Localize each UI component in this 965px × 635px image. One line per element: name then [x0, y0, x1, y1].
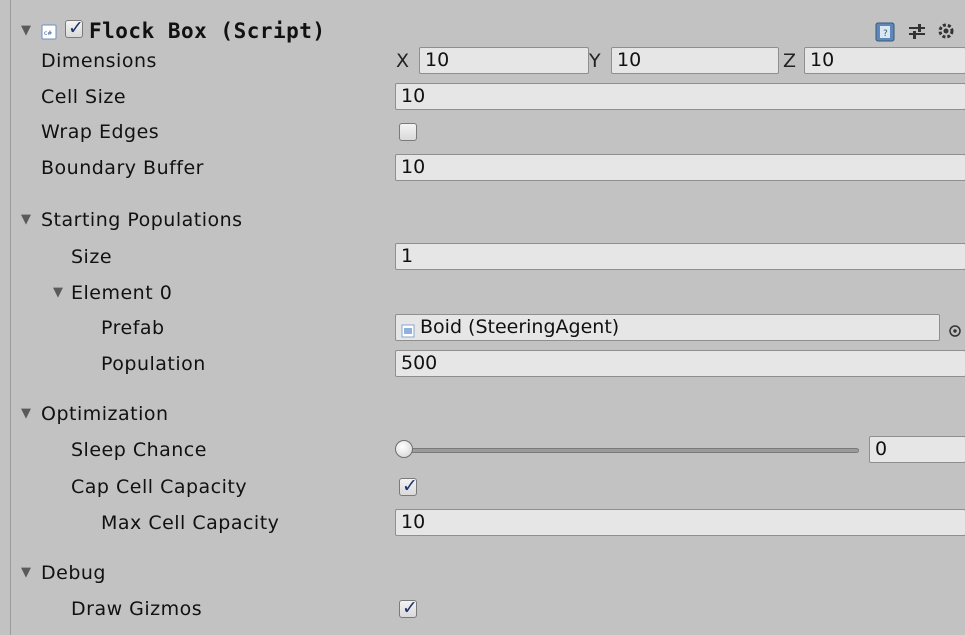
csharp-script-icon: c# [41, 23, 57, 40]
foldout-arrow-icon[interactable]: ▼ [21, 14, 31, 48]
draw-gizmos-label: Draw Gizmos [71, 598, 203, 620]
y-axis-label: Y [589, 50, 601, 72]
wrap-edges-label: Wrap Edges [41, 121, 160, 143]
component-header[interactable]: ▼ c# ✓ Flock Box (Script) ? [11, 14, 965, 48]
foldout-arrow-icon[interactable]: ▼ [21, 556, 31, 590]
prefab-label: Prefab [101, 317, 165, 339]
object-picker-icon[interactable] [948, 321, 962, 337]
boundary-buffer-row: Boundary Buffer 10 [11, 151, 965, 185]
boundary-buffer-field[interactable]: 10 [395, 154, 965, 181]
component-enabled-checkbox[interactable]: ✓ [65, 17, 84, 39]
dimensions-label: Dimensions [41, 50, 157, 72]
cap-cell-capacity-label: Cap Cell Capacity [71, 476, 248, 498]
draw-gizmos-row: Draw Gizmos ✓ [11, 592, 965, 626]
cell-size-row: Cell Size 10 [11, 80, 965, 114]
population-size-field[interactable]: 1 [395, 243, 965, 270]
checkmark-icon: ✓ [402, 597, 418, 619]
help-book-icon[interactable]: ? [875, 22, 895, 42]
component-title: Flock Box (Script) [89, 19, 326, 43]
x-axis-label: X [396, 50, 410, 72]
script-asset-icon [401, 320, 415, 338]
svg-text:?: ? [883, 29, 888, 39]
boundary-buffer-label: Boundary Buffer [41, 157, 204, 179]
dimensions-y-field[interactable]: 10 [611, 47, 779, 74]
optimization-foldout[interactable]: ▼ Optimization [11, 397, 965, 431]
checkmark-icon: ✓ [68, 17, 84, 39]
prefab-row: Prefab Boid (SteeringAgent) [11, 311, 965, 345]
z-axis-label: Z [783, 50, 797, 72]
max-cell-capacity-field[interactable]: 10 [395, 509, 965, 536]
gear-icon[interactable] [936, 21, 956, 41]
svg-text:c#: c# [44, 30, 52, 37]
max-cell-capacity-row: Max Cell Capacity 10 [11, 506, 965, 540]
dimensions-z-field[interactable]: 10 [804, 47, 965, 74]
foldout-arrow-icon[interactable]: ▼ [21, 203, 31, 237]
wrap-edges-row: Wrap Edges [11, 115, 965, 149]
population-size-row: Size 1 [11, 240, 965, 274]
dimensions-x-field[interactable]: 10 [419, 47, 589, 74]
prefab-object-field[interactable]: Boid (SteeringAgent) [395, 314, 940, 341]
sleep-chance-field[interactable]: 0 [869, 436, 965, 463]
optimization-label: Optimization [41, 403, 169, 425]
checkmark-icon: ✓ [402, 475, 418, 497]
preset-sliders-icon[interactable] [907, 22, 927, 42]
starting-populations-foldout[interactable]: ▼ Starting Populations [11, 203, 965, 237]
wrap-edges-checkbox[interactable] [399, 123, 417, 141]
element-0-label: Element 0 [71, 282, 173, 304]
sleep-chance-slider-thumb[interactable] [395, 440, 413, 458]
dimensions-row: Dimensions X 10 Y 10 Z 10 [11, 44, 965, 78]
cap-cell-capacity-checkbox[interactable]: ✓ [399, 475, 418, 497]
foldout-arrow-icon[interactable]: ▼ [53, 276, 63, 310]
debug-label: Debug [41, 562, 106, 584]
element-0-foldout[interactable]: ▼ Element 0 [11, 276, 965, 310]
sleep-chance-slider-track[interactable] [399, 448, 859, 453]
sleep-chance-label: Sleep Chance [71, 439, 207, 461]
draw-gizmos-checkbox[interactable]: ✓ [399, 597, 418, 619]
sleep-chance-row: Sleep Chance 0 [11, 433, 965, 467]
population-field[interactable]: 500 [395, 350, 965, 377]
debug-foldout[interactable]: ▼ Debug [11, 556, 965, 590]
starting-populations-label: Starting Populations [41, 209, 243, 231]
population-label: Population [101, 353, 206, 375]
foldout-arrow-icon[interactable]: ▼ [21, 397, 31, 431]
population-row: Population 500 [11, 347, 965, 381]
prefab-value: Boid (SteeringAgent) [420, 316, 620, 338]
cell-size-field[interactable]: 10 [395, 83, 965, 110]
inspector-panel: ▼ c# ✓ Flock Box (Script) ? Dimensions X… [10, 0, 965, 635]
cap-cell-capacity-row: Cap Cell Capacity ✓ [11, 470, 965, 504]
size-label: Size [71, 246, 113, 268]
cell-size-label: Cell Size [41, 86, 127, 108]
max-cell-capacity-label: Max Cell Capacity [101, 512, 280, 534]
